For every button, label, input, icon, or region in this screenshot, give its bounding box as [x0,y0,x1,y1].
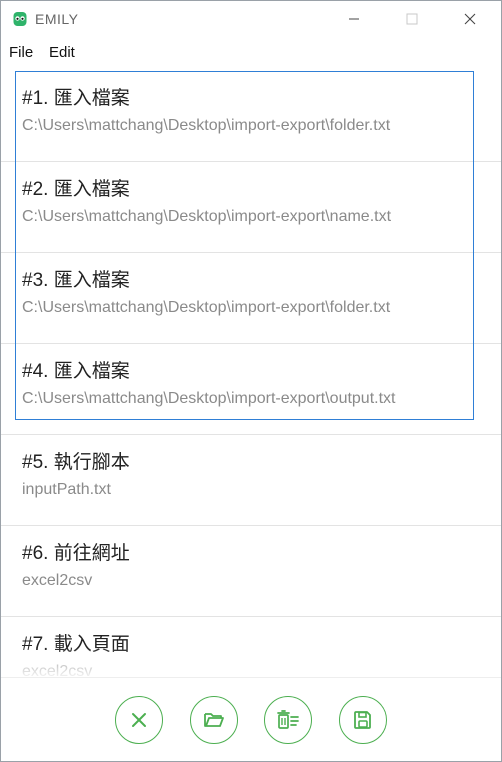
menu-bar: File Edit [1,39,501,67]
list-item[interactable]: #4. 匯入檔案 C:\Users\mattchang\Desktop\impo… [1,344,501,435]
bottom-toolbar [1,677,501,761]
maximize-button[interactable] [389,1,435,37]
close-icon [132,713,146,727]
item-title: #2. 匯入檔案 [22,179,130,200]
list-item[interactable]: #1. 匯入檔案 C:\Users\mattchang\Desktop\impo… [1,71,501,162]
menu-file[interactable]: File [9,44,33,61]
list-fade-overlay [1,647,501,677]
minimize-icon [349,18,359,20]
folder-open-icon [204,713,224,727]
clear-list-button[interactable] [264,696,312,744]
discard-button[interactable] [115,696,163,744]
list-item[interactable]: #6. 前往網址 excel2csv [1,526,501,617]
item-detail: C:\Users\mattchang\Desktop\import-export… [22,299,391,316]
open-file-button[interactable] [190,696,238,744]
item-title: #3. 匯入檔案 [22,270,130,291]
item-detail: excel2csv [22,572,93,589]
item-title: #5. 執行腳本 [22,452,130,473]
minimize-button[interactable] [331,1,377,37]
app-window: EMILY File Edit #1. 匯入檔案 C:\Users\mattch… [0,0,502,762]
list-item[interactable]: #5. 執行腳本 inputPath.txt [1,435,501,526]
maximize-icon [406,13,418,25]
item-title: #1. 匯入檔案 [22,88,130,109]
list-item[interactable]: #2. 匯入檔案 C:\Users\mattchang\Desktop\impo… [1,162,501,253]
item-detail: C:\Users\mattchang\Desktop\import-export… [22,208,392,225]
item-title: #6. 前往網址 [22,543,130,564]
menu-edit[interactable]: Edit [49,44,75,61]
item-detail: inputPath.txt [22,481,111,498]
list-item[interactable]: #3. 匯入檔案 C:\Users\mattchang\Desktop\impo… [1,253,501,344]
item-title: #4. 匯入檔案 [22,361,130,382]
app-logo-icon [13,12,27,26]
item-detail: C:\Users\mattchang\Desktop\import-export… [22,390,396,407]
save-button[interactable] [339,696,387,744]
clear-list-icon [277,710,299,729]
action-list[interactable]: #1. 匯入檔案 C:\Users\mattchang\Desktop\impo… [1,71,501,677]
item-detail: C:\Users\mattchang\Desktop\import-export… [22,117,391,134]
close-window-button[interactable] [447,1,493,37]
title-bar[interactable]: EMILY [1,1,501,37]
window-title: EMILY [35,11,79,27]
save-icon [354,711,371,729]
close-icon [464,13,476,25]
